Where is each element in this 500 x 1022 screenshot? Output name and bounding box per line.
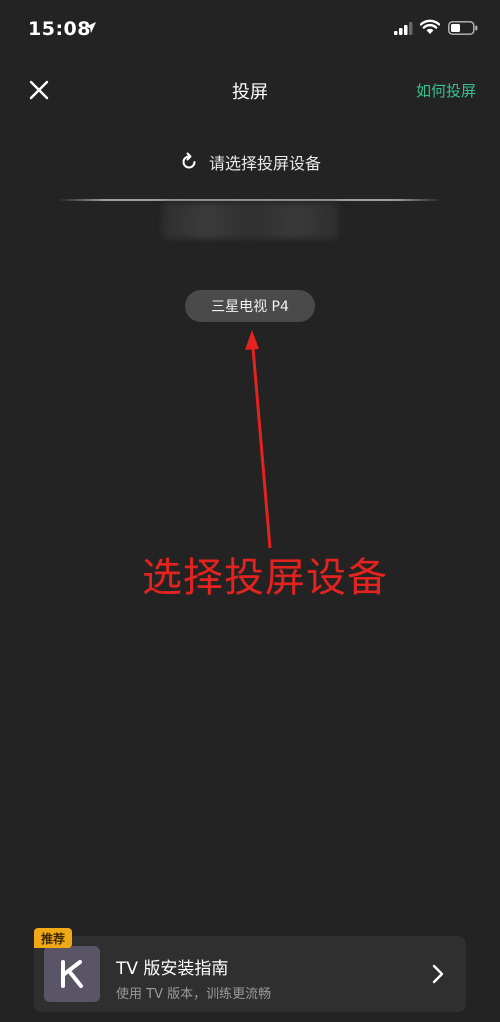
annotation-text: 选择投屏设备 — [142, 555, 388, 601]
keep-logo-icon — [61, 960, 83, 988]
status-time: 15:08 — [28, 18, 91, 40]
battery-icon — [448, 21, 478, 35]
nav-bar: 投屏 如何投屏 — [0, 66, 500, 114]
refresh-icon — [182, 152, 196, 169]
blurred-region — [162, 203, 338, 239]
card-subtitle: 使用 TV 版本，训练更流畅 — [116, 987, 272, 1002]
refresh-label: 请选择投屏设备 — [208, 154, 321, 173]
card-title: TV 版安装指南 — [116, 959, 229, 979]
recommend-badge: 推荐 — [34, 928, 73, 948]
status-bar: 15:08 — [0, 0, 500, 60]
how-to-cast-link[interactable]: 如何投屏 — [416, 80, 476, 101]
signal-icon — [394, 22, 413, 35]
app-logo — [44, 946, 100, 1002]
chevron-right-icon — [432, 964, 444, 984]
tv-guide-card[interactable]: TV 版安装指南 使用 TV 版本，训练更流畅 — [34, 936, 466, 1012]
refresh-device-button[interactable]: 请选择投屏设备 — [0, 148, 500, 176]
device-option[interactable]: 三星电视 P4 — [185, 290, 315, 322]
divider — [58, 199, 442, 201]
location-icon — [85, 22, 96, 33]
wifi-icon — [420, 19, 440, 34]
